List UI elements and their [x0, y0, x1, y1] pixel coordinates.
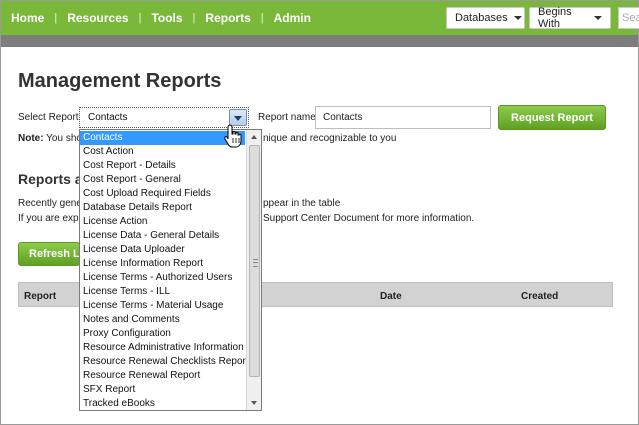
scrollbar-thumb[interactable]	[249, 145, 260, 377]
nav-reports[interactable]: Reports	[205, 11, 250, 25]
hand-cursor-icon	[224, 124, 242, 148]
dropdown-option[interactable]: License Data - General Details	[80, 229, 245, 243]
recent-text-start: Recently gene	[18, 198, 82, 209]
reports-heading: Reports a	[18, 171, 83, 187]
dropdown-option[interactable]: Cost Action	[80, 145, 245, 159]
nav-tools[interactable]: Tools	[151, 11, 182, 25]
dropdown-option[interactable]: Resource Renewal Checklists Report	[80, 355, 249, 369]
request-report-button[interactable]: Request Report	[498, 105, 606, 130]
dropdown-option[interactable]: Cost Report - Details	[80, 159, 245, 173]
dropdown-option[interactable]: Resource Administrative Information	[80, 341, 245, 355]
dropdown-option[interactable]: License Terms - Authorized Users	[80, 271, 245, 285]
chevron-down-icon	[513, 16, 522, 20]
nav-separator: |	[138, 12, 142, 24]
search-input[interactable]: Search	[618, 7, 639, 29]
column-header-date[interactable]: Date	[380, 291, 402, 302]
note-text-end: nique and recognizable to you	[263, 133, 397, 144]
note-label: Note:	[18, 133, 44, 144]
dropdown-option[interactable]: License Information Report	[80, 257, 245, 271]
nav-admin[interactable]: Admin	[274, 11, 311, 25]
expect-text-start: If you are expe	[18, 213, 85, 224]
column-header-report[interactable]: Report	[24, 291, 56, 302]
dropdown-option[interactable]: SFX Report	[80, 383, 245, 397]
scroll-up-arrow-icon[interactable]	[247, 130, 261, 144]
dropdown-option[interactable]: Database Details Report	[80, 201, 245, 215]
report-name-label: Report name	[258, 112, 316, 123]
begins-with-dropdown-button[interactable]: Begins With	[529, 6, 611, 30]
dropdown-option[interactable]: Tracked eBooks	[80, 397, 245, 410]
dropdown-option[interactable]: License Action	[80, 215, 245, 229]
expect-text-end: Support Center Document for more informa…	[263, 213, 475, 224]
scroll-down-arrow-icon[interactable]	[247, 396, 261, 410]
top-nav-bar: Home | Resources | Tools | Reports | Adm…	[1, 1, 639, 35]
dropdown-option[interactable]: Contacts	[80, 131, 245, 145]
nav-separator: |	[192, 12, 196, 24]
options-container: Contacts Cost Action Cost Report - Details…	[80, 131, 249, 410]
begins-with-label: Begins With	[538, 6, 572, 30]
nav-home[interactable]: Home	[11, 11, 44, 25]
nav-separator: |	[54, 12, 58, 24]
dropdown-option[interactable]: License Terms - ILL	[80, 285, 245, 299]
column-header-created[interactable]: Created	[521, 291, 558, 302]
report-name-input[interactable]: Contacts	[315, 106, 491, 129]
dropdown-option[interactable]: Resource Renewal Report	[80, 369, 245, 383]
dropdown-option[interactable]: Proxy Configuration	[80, 327, 245, 341]
report-options-list[interactable]: Contacts Cost Action Cost Report - Details…	[79, 129, 262, 411]
page-title: Management Reports	[18, 70, 222, 92]
dropdown-option[interactable]: License Data Uploader	[80, 243, 245, 257]
refresh-list-button[interactable]: Refresh L	[18, 242, 80, 266]
databases-label: Databases	[455, 12, 508, 24]
select-report-label: Select Report	[18, 112, 79, 123]
grip-icon	[253, 259, 258, 267]
dropdown-option[interactable]: Cost Upload Required Fields	[80, 187, 245, 201]
main-nav: Home | Resources | Tools | Reports | Adm…	[11, 1, 311, 35]
nav-separator: |	[260, 12, 264, 24]
sub-header-bar	[1, 35, 638, 47]
databases-dropdown-button[interactable]: Databases	[446, 7, 525, 29]
recent-text-end: ppear in the table	[263, 198, 341, 209]
chevron-down-icon	[594, 16, 602, 20]
nav-resources[interactable]: Resources	[67, 11, 128, 25]
dropdown-scrollbar[interactable]	[246, 130, 261, 410]
note-text-start: You sho	[46, 133, 82, 144]
note-text: Note: You sho	[18, 133, 82, 144]
dropdown-option[interactable]: Notes and Comments	[80, 313, 245, 327]
dropdown-option[interactable]: Cost Report - General	[80, 173, 245, 187]
dropdown-option[interactable]: License Terms - Material Usage	[80, 299, 245, 313]
